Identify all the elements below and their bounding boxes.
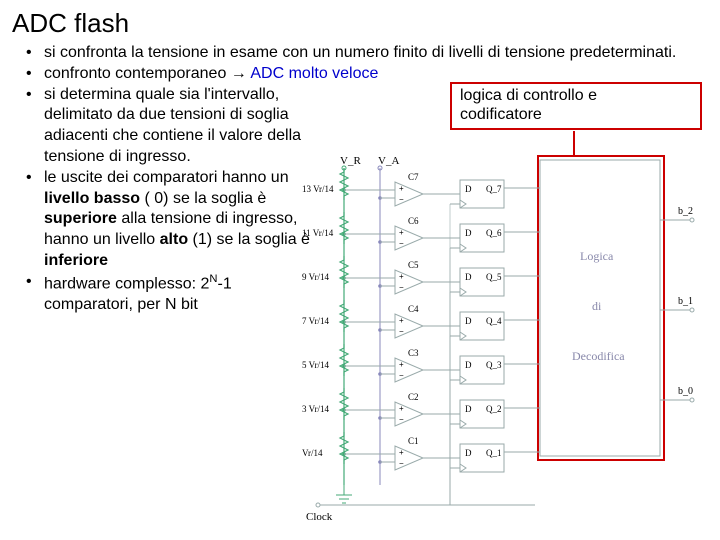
b5-p1: hardware complesso: 2 — [44, 275, 209, 292]
svg-text:3 Vr/14: 3 Vr/14 — [302, 404, 330, 414]
bullet-4-wrap: le uscite dei comparatori hanno un livel… — [44, 168, 324, 272]
svg-text:−: − — [399, 195, 404, 204]
svg-text:−: − — [399, 239, 404, 248]
bullet-1-text: si confronta la tensione in esame con un… — [44, 44, 676, 61]
svg-text:9 Vr/14: 9 Vr/14 — [302, 272, 330, 282]
svg-text:D: D — [465, 360, 472, 370]
bullet-2-pre: confronto contemporaneo → — [44, 65, 250, 82]
va-label: V_A — [378, 155, 399, 167]
bullet-3-text: si determina quale sia l'intervallo, del… — [44, 85, 324, 168]
bullet-5-wrap: hardware complesso: 2N-1 comparatori, pe… — [44, 272, 324, 316]
output-b1: b_1 — [660, 296, 694, 312]
svg-text:+: + — [399, 360, 404, 369]
b4-p4: (1) se la soglia è — [188, 231, 310, 248]
svg-text:+: + — [399, 448, 404, 457]
svg-text:+: + — [399, 316, 404, 325]
svg-text:C5: C5 — [408, 260, 419, 270]
svg-text:C7: C7 — [408, 172, 419, 182]
svg-text:−: − — [399, 459, 404, 468]
svg-text:b_0: b_0 — [678, 386, 693, 397]
svg-text:+: + — [399, 404, 404, 413]
svg-text:+: + — [399, 184, 404, 193]
annotation-line-2: codificatore — [460, 105, 692, 124]
svg-text:−: − — [399, 371, 404, 380]
svg-text:Q_3: Q_3 — [486, 360, 502, 370]
output-b0: b_0 — [660, 386, 694, 402]
b4-b4: inferiore — [44, 252, 108, 269]
svg-text:D: D — [465, 316, 472, 326]
svg-text:C2: C2 — [408, 392, 419, 402]
svg-text:+: + — [399, 228, 404, 237]
svg-text:−: − — [399, 327, 404, 336]
circuit-diagram: V_R V_A Logica di Decodifica b_2 b_1 b_0… — [300, 150, 700, 520]
svg-text:7 Vr/14: 7 Vr/14 — [302, 316, 330, 326]
b4-p1: le uscite dei comparatori hanno un — [44, 169, 289, 186]
clock-label: Clock — [306, 511, 333, 520]
svg-text:C4: C4 — [408, 304, 419, 314]
svg-text:Q_6: Q_6 — [486, 228, 502, 238]
schematic-row-6: Vr/14 + − C1 D Q_1 — [302, 432, 540, 505]
svg-text:b_1: b_1 — [678, 296, 693, 307]
svg-text:D: D — [465, 404, 472, 414]
svg-text:C3: C3 — [408, 348, 419, 358]
annotation-line-1: logica di controllo e — [460, 86, 692, 105]
svg-text:+: + — [399, 272, 404, 281]
svg-text:C1: C1 — [408, 436, 419, 446]
svg-text:5 Vr/14: 5 Vr/14 — [302, 360, 330, 370]
svg-text:11 Vr/14: 11 Vr/14 — [302, 228, 334, 238]
svg-text:Q_4: Q_4 — [486, 316, 502, 326]
logic-text-3: Decodifica — [572, 349, 625, 363]
svg-text:D: D — [465, 228, 472, 238]
adc-fast-text: ADC molto veloce — [250, 65, 378, 82]
svg-text:13 Vr/14: 13 Vr/14 — [302, 184, 334, 194]
logic-text-2: di — [592, 299, 602, 313]
svg-text:−: − — [399, 283, 404, 292]
svg-text:Q_5: Q_5 — [486, 272, 502, 282]
output-b2: b_2 — [660, 206, 694, 222]
b4-b1: livello basso — [44, 190, 140, 207]
bullet-1: si confronta la tensione in esame con un… — [26, 43, 707, 64]
svg-text:D: D — [465, 448, 472, 458]
b4-b2: superiore — [44, 210, 117, 227]
svg-text:Q_2: Q_2 — [486, 404, 502, 414]
svg-text:C6: C6 — [408, 216, 419, 226]
svg-text:−: − — [399, 415, 404, 424]
b5-sup: N — [209, 273, 217, 285]
svg-text:Q_1: Q_1 — [486, 448, 502, 458]
annotation-box: logica di controllo e codificatore — [450, 82, 702, 130]
svg-text:Vr/14: Vr/14 — [302, 448, 323, 458]
page-title: ADC flash — [12, 8, 708, 39]
vr-label: V_R — [340, 155, 361, 167]
svg-text:b_2: b_2 — [678, 206, 693, 217]
svg-text:Q_7: Q_7 — [486, 184, 502, 194]
b4-p2: ( 0) se la soglia è — [140, 190, 266, 207]
svg-text:D: D — [465, 184, 472, 194]
b4-b3: alto — [160, 231, 188, 248]
svg-text:D: D — [465, 272, 472, 282]
logic-text-1: Logica — [580, 249, 614, 263]
